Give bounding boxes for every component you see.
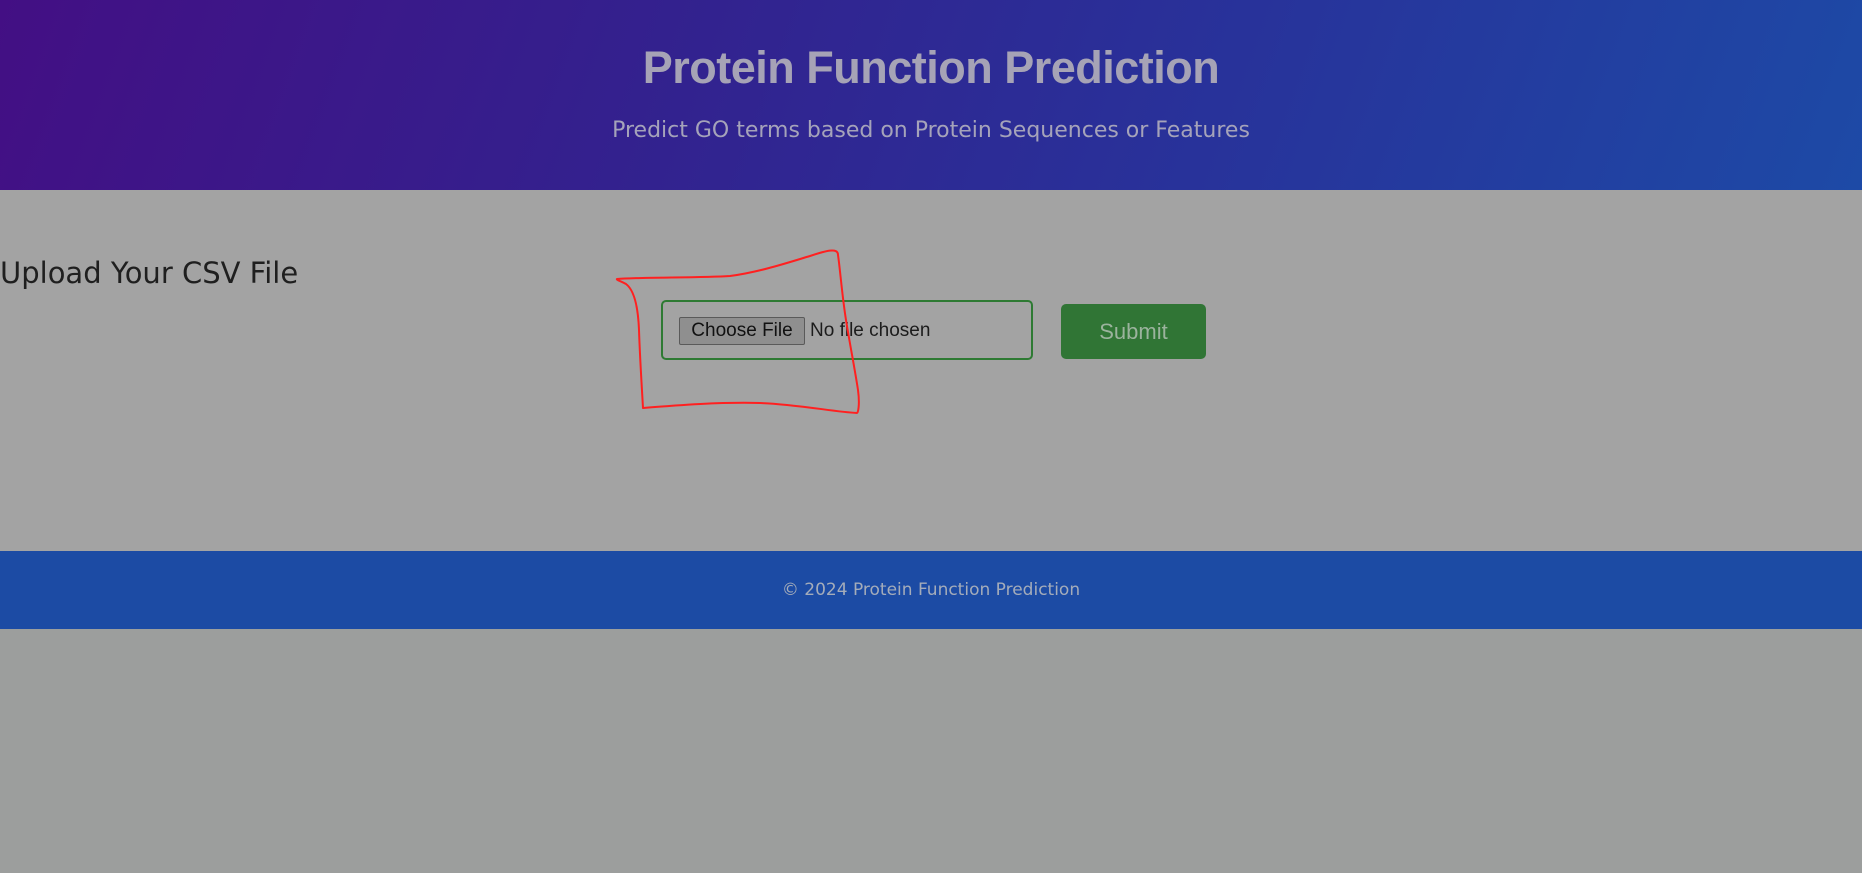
page-title: Protein Function Prediction	[642, 42, 1220, 93]
page-header: Protein Function Prediction Predict GO t…	[0, 0, 1862, 190]
footer-text: © 2024 Protein Function Prediction	[781, 580, 1081, 600]
file-status-text: No file chosen	[810, 320, 931, 341]
page-background	[0, 629, 1862, 873]
submit-button[interactable]: Submit	[1061, 304, 1206, 359]
upload-title: Upload Your CSV File	[0, 256, 299, 290]
page-footer: © 2024 Protein Function Prediction	[0, 551, 1862, 629]
file-input[interactable]: Choose File No file chosen	[661, 300, 1033, 360]
page-subtitle: Predict GO terms based on Protein Sequen…	[612, 118, 1250, 143]
upload-section: Upload Your CSV File Choose File No file…	[0, 190, 1862, 551]
choose-file-button[interactable]: Choose File	[679, 317, 805, 345]
